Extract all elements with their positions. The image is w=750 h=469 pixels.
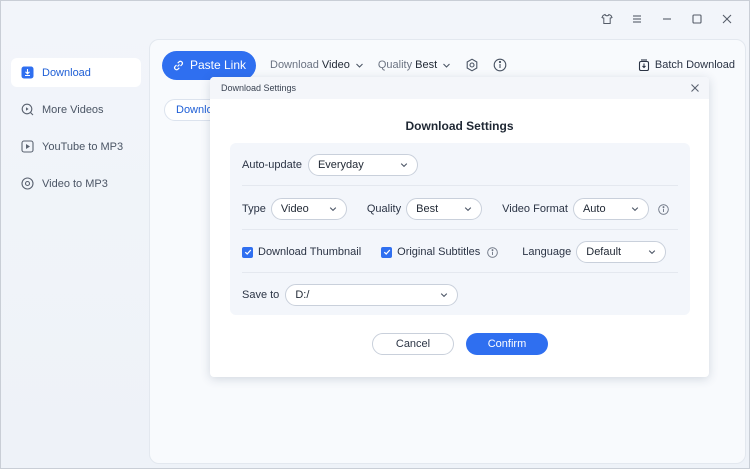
thumbnail-checkbox[interactable] — [242, 246, 253, 258]
subtitles-label: Original Subtitles — [397, 246, 481, 258]
cancel-button[interactable]: Cancel — [372, 333, 454, 355]
settings-panel: Auto-update Everyday Type Video Quality … — [230, 143, 690, 315]
download-icon — [21, 66, 34, 79]
type-select[interactable]: Video — [270, 198, 347, 220]
quality-dropdown[interactable]: Quality Best — [378, 59, 451, 71]
save-to-label: Save to — [242, 289, 280, 301]
dialog-heading: Download Settings — [405, 119, 514, 133]
search-video-icon — [21, 103, 34, 116]
quality-select[interactable]: Best — [406, 198, 483, 220]
type-row: Type Video Quality Best Video Format Aut… — [242, 198, 678, 220]
check-icon — [383, 249, 390, 255]
save-to-select[interactable]: D:/ — [285, 284, 459, 306]
video-format-value: Auto — [582, 203, 606, 215]
chevron-down-icon — [443, 63, 451, 68]
cancel-label: Cancel — [395, 338, 431, 350]
chevron-down-icon — [400, 163, 408, 168]
quality-label: Quality — [366, 203, 402, 215]
auto-update-select[interactable]: Everyday — [307, 154, 418, 176]
options-row: Download Thumbnail Original Subtitles La… — [242, 241, 678, 263]
thumbnail-label: Download Thumbnail — [258, 246, 362, 258]
language-value: Default — [586, 246, 622, 258]
save-to-row: Save to D:/ — [242, 284, 678, 306]
divider — [242, 272, 678, 273]
minimize-icon[interactable] — [659, 11, 675, 27]
type-value: Video — [280, 203, 309, 215]
sidebar-item-youtube-to-mp3[interactable]: YouTube to MP3 — [11, 132, 141, 161]
video-format-select[interactable]: Auto — [572, 198, 649, 220]
info-icon[interactable] — [487, 246, 499, 258]
divider — [242, 229, 678, 230]
close-icon[interactable] — [719, 11, 735, 27]
auto-update-value: Everyday — [317, 159, 364, 171]
sidebar-item-video-to-mp3[interactable]: Video to MP3 — [11, 169, 141, 198]
play-icon — [21, 140, 34, 153]
language-select[interactable]: Default — [576, 241, 667, 263]
dialog-window-title: Download Settings — [221, 83, 297, 93]
info-icon[interactable] — [658, 203, 669, 215]
batch-download-button[interactable]: Batch Download — [638, 59, 735, 71]
sidebar-item-label: YouTube to MP3 — [42, 140, 124, 153]
paste-link-button[interactable]: Paste Link — [162, 50, 256, 80]
close-icon[interactable] — [689, 82, 701, 94]
subtitles-checkbox[interactable] — [381, 246, 393, 258]
sidebar: Download More Videos YouTube to MP3 Vide… — [11, 58, 141, 206]
link-icon — [173, 60, 183, 70]
sidebar-item-label: More Videos — [42, 103, 104, 116]
divider — [242, 185, 678, 186]
quality-select-value: Best — [416, 203, 439, 215]
check-icon — [244, 249, 251, 255]
chevron-down-icon — [441, 293, 448, 298]
toolbar: Paste Link Download Video Quality Best B… — [162, 50, 735, 80]
video-format-label: Video Format — [502, 203, 568, 215]
paste-link-label: Paste Link — [189, 58, 247, 72]
type-label: Type — [242, 203, 266, 215]
confirm-button[interactable]: Confirm — [466, 333, 548, 355]
window-controls — [599, 11, 735, 27]
auto-update-row: Auto-update Everyday — [242, 154, 678, 176]
chevron-down-icon — [649, 250, 656, 255]
auto-update-label: Auto-update — [242, 159, 302, 171]
chevron-down-icon — [355, 63, 363, 68]
download-type-dropdown[interactable]: Download Video — [270, 59, 364, 71]
chevron-down-icon — [631, 207, 639, 212]
convert-icon — [21, 177, 34, 190]
sidebar-item-more-videos[interactable]: More Videos — [11, 95, 141, 124]
quality-value: Best — [415, 59, 438, 71]
shirt-icon[interactable] — [599, 11, 615, 27]
download-type-value: Video — [321, 59, 350, 71]
sidebar-item-label: Download — [42, 66, 91, 79]
quality-prefix: Quality — [377, 59, 413, 71]
batch-download-label: Batch Download — [654, 59, 735, 71]
sidebar-item-label: Video to MP3 — [42, 177, 108, 190]
confirm-label: Confirm — [487, 338, 527, 350]
language-label: Language — [522, 246, 572, 258]
info-icon[interactable] — [493, 58, 507, 72]
save-to-value: D:/ — [295, 289, 310, 301]
download-type-prefix: Download — [270, 59, 319, 71]
menu-icon[interactable] — [629, 11, 645, 27]
sidebar-item-download[interactable]: Download — [11, 58, 141, 87]
chevron-down-icon — [329, 207, 337, 212]
dialog-titlebar: Download Settings — [210, 77, 709, 99]
maximize-icon[interactable] — [689, 11, 705, 27]
batch-download-icon — [638, 59, 649, 71]
settings-gear-icon[interactable] — [465, 58, 479, 72]
download-settings-dialog: Download Settings Download Settings Auto… — [210, 77, 709, 377]
chevron-down-icon — [464, 207, 472, 212]
app-window: Download More Videos YouTube to MP3 Vide… — [0, 0, 750, 469]
